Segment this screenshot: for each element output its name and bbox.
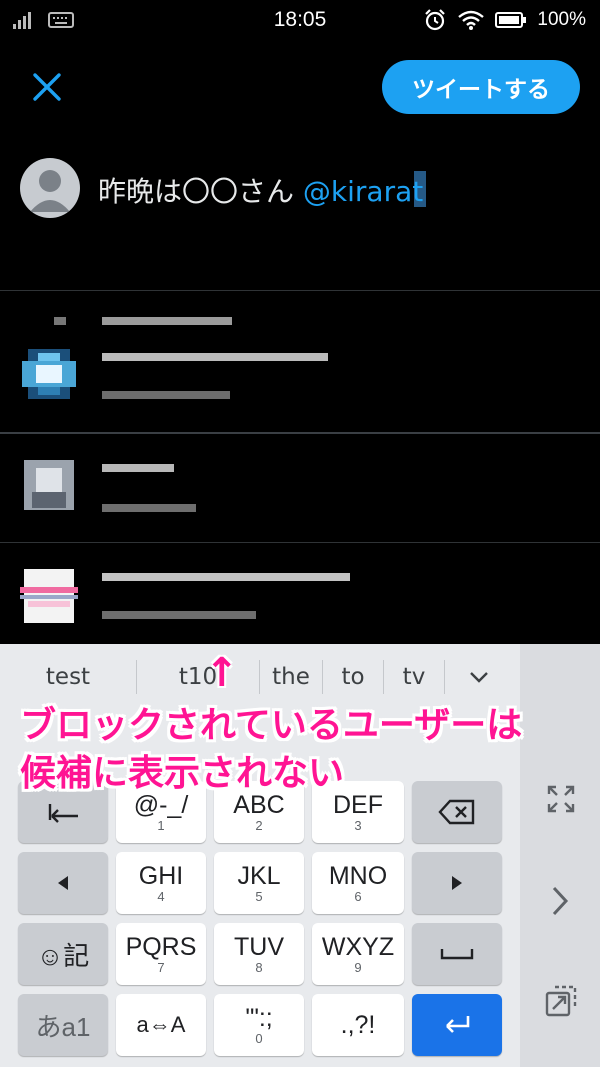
key-0[interactable]: '":; 0 (214, 994, 304, 1056)
annotation-text: ブロックされているユーザーは 候補に表示されない (20, 702, 522, 798)
fullscreen-icon[interactable] (546, 784, 576, 814)
cursor-left-key[interactable] (18, 852, 108, 914)
emoji-key-label: ☺記 (36, 940, 90, 971)
suggestion-avatar (24, 460, 74, 510)
chevron-right-icon[interactable] (548, 884, 572, 918)
chevron-down-icon (470, 672, 488, 683)
keyboard-suggestion[interactable]: test (0, 664, 136, 690)
keyboard-side-panel (520, 644, 600, 1067)
annotation-line: 候補に表示されない (20, 753, 345, 794)
space-icon (440, 949, 474, 960)
enter-key[interactable] (412, 994, 502, 1056)
clipboard-icon[interactable] (544, 984, 578, 1018)
close-icon (33, 73, 61, 101)
key-8[interactable]: TUV 8 (214, 923, 304, 985)
space-key[interactable] (412, 923, 502, 985)
avatar (20, 158, 80, 218)
input-mode-key[interactable]: あa1 (18, 994, 108, 1056)
mention-suggestion[interactable] (0, 291, 600, 432)
compose-text-plain: 昨晩は〇〇さん (98, 175, 303, 208)
annotation-line: ブロックされているユーザーは (20, 705, 523, 746)
keyboard-suggestion[interactable]: t10 (137, 664, 259, 690)
key-6[interactable]: MNO 6 (312, 852, 404, 914)
key-4[interactable]: GHI 4 (116, 852, 206, 914)
keyboard-suggestion-bar: test t10 the to tv (0, 644, 520, 710)
close-button[interactable] (26, 66, 68, 108)
input-mode-label: あa1 (35, 1011, 91, 1042)
suggestion-avatar (22, 349, 76, 399)
emoji-key[interactable]: ☺記 (18, 923, 108, 985)
key-5[interactable]: JKL 5 (214, 852, 304, 914)
key-7[interactable]: PQRS 7 (116, 923, 206, 985)
alarm-icon (425, 9, 446, 31)
battery-level: 100% (537, 9, 586, 30)
enter-icon (446, 1016, 470, 1033)
cursor-right-key[interactable] (412, 852, 502, 914)
triangle-right-icon (452, 876, 462, 890)
annotation-arrow: ↑ (205, 650, 239, 696)
punctuation-key[interactable]: .,?! (312, 994, 404, 1056)
default-avatar-icon (30, 170, 70, 212)
suggestion-avatar (20, 569, 78, 623)
expand-suggestions-button[interactable] (445, 670, 513, 684)
triangle-left-icon (58, 876, 68, 890)
keyboard-suggestion[interactable]: tv (384, 664, 444, 690)
key-9[interactable]: WXYZ 9 (312, 923, 404, 985)
mention-suggestion[interactable] (0, 434, 600, 542)
keyboard-suggestion[interactable]: to (323, 664, 383, 690)
battery-icon (495, 12, 527, 28)
case-toggle-key[interactable]: a⇔A (116, 994, 206, 1056)
wifi-icon (458, 10, 485, 30)
backspace-icon (438, 799, 475, 825)
keyboard-suggestion[interactable]: the (260, 664, 322, 690)
mention-suggestion[interactable] (0, 543, 600, 644)
tweet-button[interactable]: ツイートする (382, 60, 580, 114)
status-bar: 18:05 100% (0, 0, 600, 40)
compose-mention: @kirarat (302, 175, 424, 208)
compose-input[interactable]: 昨晩は〇〇さん @kirarat (98, 170, 423, 210)
undo-arrow-icon (48, 804, 78, 823)
